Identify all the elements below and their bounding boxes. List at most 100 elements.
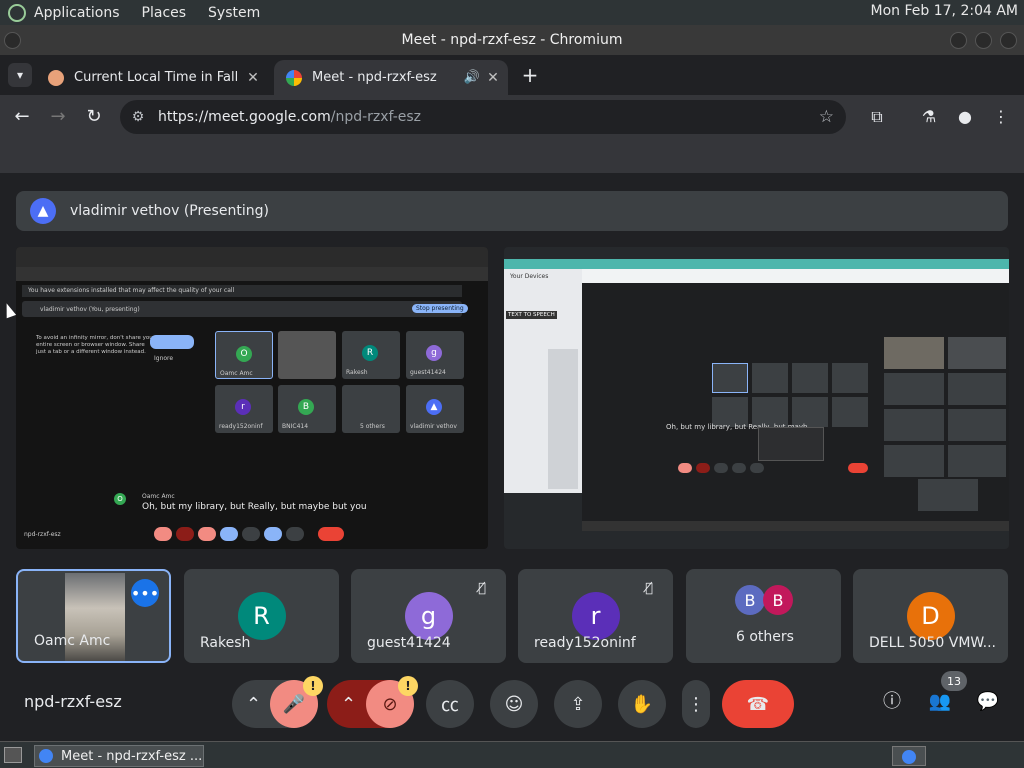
camera-warning-icon: ! — [398, 676, 418, 696]
browser-toolbar: ← → ↻ ⚙ https://meet.google.com/npd-rzxf… — [0, 95, 1024, 139]
mini-notice-bar: You have extensions installed that may a… — [22, 285, 462, 297]
mini-tabbar — [16, 247, 488, 267]
screenshare-right[interactable]: Your Devices TEXT TO SPEECH Oh, but my l… — [504, 247, 1009, 549]
tab-search-icon[interactable]: ▾ — [8, 63, 32, 87]
site-info-icon[interactable]: ⚙ — [128, 109, 148, 125]
mini-tabbar — [504, 259, 1009, 269]
screen-root: Applications Places System Mon Feb 17, 2… — [0, 0, 1024, 768]
mini-your-devices: Your Devices — [510, 273, 549, 280]
browser-menu-icon[interactable]: ⋮ — [990, 106, 1012, 128]
url-path: /npd-rzxf-esz — [330, 109, 422, 125]
bookmark-star-icon[interactable]: ☆ — [819, 107, 834, 127]
tab-title: Meet - npd-rzxf-esz — [312, 70, 437, 85]
gnome-bottom-panel: Meet - npd-rzxf-esz ... — [0, 741, 1024, 768]
window-menu-icon[interactable] — [4, 32, 21, 49]
mini-share-button — [150, 335, 194, 349]
mini-tile-name: 5 others — [360, 423, 385, 430]
reload-icon[interactable]: ↻ — [82, 105, 106, 129]
taskbar-window-meet[interactable]: Meet - npd-rzxf-esz ... — [34, 745, 204, 767]
workspace-chromium-icon — [902, 750, 916, 764]
mini-controls — [144, 527, 344, 541]
mini-stop-button: Stop presenting — [412, 304, 468, 313]
more-options-icon[interactable]: ••• — [131, 579, 159, 607]
panel-clock[interactable]: Mon Feb 17, 2:04 AM — [871, 3, 1018, 19]
present-screen-button[interactable]: ⇪ — [554, 680, 602, 728]
more-options-button[interactable]: ⋮ — [682, 680, 710, 728]
workspace-switcher[interactable] — [892, 746, 926, 766]
tab-meet[interactable]: Meet - npd-rzxf-esz 🔊 ✕ — [274, 60, 508, 95]
mini-tile: r ready152oninf — [215, 385, 273, 433]
mini-avatar: g — [426, 345, 442, 361]
url-host: https://meet.google.com — [158, 109, 331, 125]
close-tab-icon[interactable]: ✕ — [242, 70, 264, 86]
menu-applications[interactable]: Applications — [34, 5, 120, 21]
address-bar[interactable]: ⚙ https://meet.google.com/npd-rzxf-esz ☆ — [120, 100, 846, 134]
mini-tile-name: guest41424 — [410, 369, 446, 376]
mini-presenting-bar: vladimir vethov (You, presenting) Stop p… — [22, 301, 468, 317]
participant-name: 6 others — [736, 629, 794, 645]
labs-flask-icon[interactable]: ⚗ — [918, 106, 940, 128]
mini-tile-name: BNIC414 — [282, 423, 309, 430]
presenting-label: vladimir vethov (Presenting) — [70, 203, 269, 219]
mini-tts-badge: TEXT TO SPEECH — [506, 311, 557, 319]
meeting-info-icon[interactable]: ⓘ — [878, 688, 906, 716]
close-window-icon[interactable] — [1000, 32, 1017, 49]
audio-playing-icon[interactable]: 🔊 — [462, 70, 482, 85]
screenshare-left[interactable]: You have extensions installed that may a… — [16, 247, 488, 549]
extensions-icon[interactable]: ⧉ — [866, 106, 888, 128]
forward-icon[interactable]: → — [46, 105, 70, 129]
meet-content: ▲ vladimir vethov (Presenting) You have … — [0, 173, 1024, 741]
maximize-icon[interactable] — [975, 32, 992, 49]
mini-avatar: O — [236, 346, 252, 362]
meet-favicon-icon — [286, 69, 302, 86]
mini-tile: ▲ vladimir vethov — [406, 385, 464, 433]
mini-omnibox — [582, 269, 1009, 283]
window-title: Meet - npd-rzxf-esz - Chromium — [401, 32, 623, 48]
mic-off-icon: 🎙̸ — [645, 581, 653, 596]
menu-system[interactable]: System — [208, 5, 260, 21]
mini-inner-window: Your Devices TEXT TO SPEECH — [504, 269, 582, 493]
back-icon[interactable]: ← — [10, 105, 34, 129]
profile-icon[interactable]: ● — [954, 106, 976, 128]
mini-mirror-warning: To avoid an infinity mirror, don't share… — [36, 335, 155, 355]
gnome-top-panel: Applications Places System Mon Feb 17, 2… — [0, 0, 1024, 25]
participant-tile-ready[interactable]: r 🎙̸ ready152oninf — [518, 569, 673, 663]
window-titlebar[interactable]: Meet - npd-rzxf-esz - Chromium — [0, 25, 1024, 55]
meeting-code: npd-rzxf-esz — [24, 692, 122, 711]
mini-tile-name: Oamc Amc — [220, 370, 253, 377]
presentation-icon: ▲ — [30, 198, 56, 224]
emoji-reaction-button[interactable]: ☺ — [490, 680, 538, 728]
mini-meet-view: Oh, but my library, but Really, but mayb — [582, 283, 1009, 531]
participant-avatar: D — [906, 592, 955, 640]
mini-tile: O Oamc Amc — [215, 331, 273, 379]
participant-name: Oamc Amc — [34, 633, 111, 649]
mini-avatar: B — [298, 399, 314, 415]
raise-hand-button[interactable]: ✋ — [618, 680, 666, 728]
captions-button[interactable]: ㏄ — [426, 680, 474, 728]
tab-local-time[interactable]: Current Local Time in Fall Riv ✕ — [36, 60, 268, 95]
mini-tile: g guest41424 — [406, 331, 464, 379]
gnome-logo-icon[interactable] — [8, 3, 26, 22]
minimize-icon[interactable] — [950, 32, 967, 49]
people-icon[interactable]: 👥 — [926, 688, 954, 716]
mini-avatar: ▲ — [426, 399, 442, 415]
mic-warning-icon: ! — [303, 676, 323, 696]
participant-tile-dell[interactable]: D DELL 5050 VMW... — [853, 569, 1008, 663]
mini-caption-speaker: Oamc Amc — [142, 493, 175, 500]
participant-tile-oamc[interactable]: ••• Oamc Amc — [16, 569, 171, 663]
show-desktop-icon[interactable] — [4, 747, 22, 763]
mini-avatar: R — [362, 345, 378, 361]
mini-tile: 5 others — [342, 385, 400, 433]
mini-tile-name: Rakesh — [346, 369, 368, 376]
mini-toolbar — [16, 267, 488, 281]
close-tab-icon[interactable]: ✕ — [482, 70, 504, 86]
participant-name: Rakesh — [200, 635, 251, 651]
mini-tile-name: ready152oninf — [219, 423, 263, 430]
end-call-button[interactable]: ☎ — [722, 680, 794, 728]
menu-places[interactable]: Places — [142, 5, 187, 21]
participant-tile-others[interactable]: B B 6 others — [686, 569, 841, 663]
chat-icon[interactable]: 💬 — [974, 688, 1002, 716]
participant-tile-guest[interactable]: g 🎙̸ guest41424 — [351, 569, 506, 663]
new-tab-button[interactable]: + — [518, 63, 542, 87]
participant-tile-rakesh[interactable]: R Rakesh — [184, 569, 339, 663]
